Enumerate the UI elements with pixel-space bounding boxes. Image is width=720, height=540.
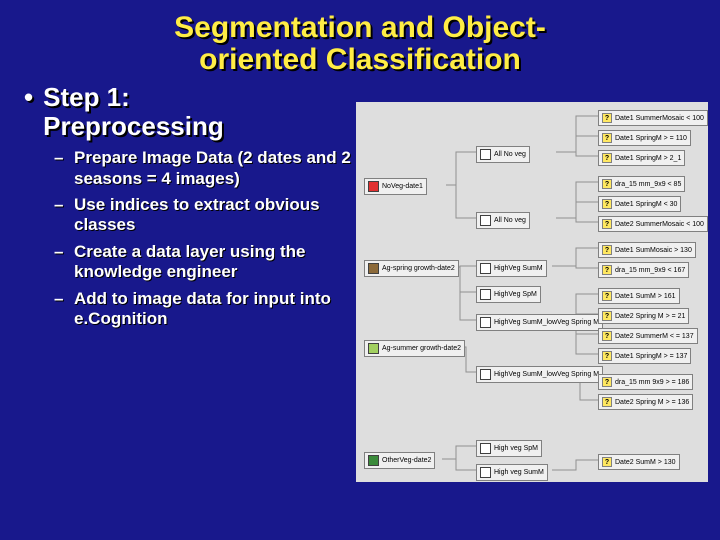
mid-swatch — [480, 289, 491, 300]
class-label: Ag-spring growth-date2 — [382, 265, 455, 272]
mid-label: High veg SpM — [494, 445, 538, 452]
left-col: • Step 1: Preprocessing Prepare Image Da… — [24, 83, 354, 335]
mid-node: HighVeg SumM_lowVeg Spring M — [476, 314, 603, 331]
leaf-label: Date2 SummerMosaic < 100 — [615, 221, 704, 228]
leaf-node: Date2 SummerM < = 137 — [598, 328, 698, 344]
sub-item: Create a data layer using the knowledge … — [54, 242, 354, 283]
mid-swatch — [480, 215, 491, 226]
mid-node: High veg SpM — [476, 440, 542, 457]
title: Segmentation and Object- oriented Classi… — [0, 0, 720, 75]
leaf-label: Date1 SpringM > 2_1 — [615, 155, 681, 162]
class-label: OtherVeg-date2 — [382, 457, 431, 464]
leaf-label: Date1 SumM > 161 — [615, 293, 676, 300]
leaf-node: Date2 SumM > 130 — [598, 454, 680, 470]
mid-node: HighVeg SpM — [476, 286, 541, 303]
leaf-label: dra_15 mm_9x9 < 85 — [615, 181, 681, 188]
leaf-label: Date1 SpringM > = 110 — [615, 135, 687, 142]
class-swatch — [368, 181, 379, 192]
step-l2: Preprocessing — [43, 111, 224, 141]
leaf-node: Date2 Spring M > = 21 — [598, 308, 689, 324]
mid-label: HighVeg SumM_lowVeg Spring M — [494, 371, 599, 378]
class-node: NoVeg-date1 — [364, 178, 427, 195]
class-label: Ag-summer growth-date2 — [382, 345, 461, 352]
leaf-label: dra_15 mm_9x9 < 167 — [615, 267, 685, 274]
leaf-label: Date1 SpringM < 30 — [615, 201, 677, 208]
sub-item: Use indices to extract obvious classes — [54, 195, 354, 236]
leaf-node: Date1 SummerMosaic < 100 — [598, 110, 708, 126]
mid-node: HighVeg SumM — [476, 260, 547, 277]
sub-item: Prepare Image Data (2 dates and 2 season… — [54, 148, 354, 189]
sub-list: Prepare Image Data (2 dates and 2 season… — [54, 148, 354, 329]
mid-swatch — [480, 443, 491, 454]
step-heading: Step 1: Preprocessing — [43, 83, 224, 140]
mid-label: HighVeg SumM_lowVeg Spring M — [494, 319, 599, 326]
leaf-node: Date2 Spring M > = 136 — [598, 394, 693, 410]
title-l1: Segmentation and Object- — [174, 11, 546, 44]
class-label: NoVeg-date1 — [382, 183, 423, 190]
leaf-node: Date2 SummerMosaic < 100 — [598, 216, 708, 232]
mid-label: HighVeg SumM — [494, 265, 543, 272]
mid-swatch — [480, 263, 491, 274]
title-l2: oriented Classification — [199, 43, 521, 76]
leaf-node: dra_15 mm_9x9 < 167 — [598, 262, 689, 278]
knowledge-engineer-diagram: NoVeg-date1 Ag-spring growth-date2 Ag-summ… — [356, 102, 708, 482]
leaf-node: Date1 SpringM > = 110 — [598, 130, 691, 146]
leaf-label: Date2 Spring M > = 21 — [615, 313, 685, 320]
leaf-label: Date1 SpringM > = 137 — [615, 353, 687, 360]
mid-swatch — [480, 467, 491, 478]
mid-swatch — [480, 369, 491, 380]
mid-swatch — [480, 317, 491, 328]
sub-item: Add to image data for input into e.Cogni… — [54, 289, 354, 330]
class-node: Ag-spring growth-date2 — [364, 260, 459, 277]
class-node: OtherVeg-date2 — [364, 452, 435, 469]
leaf-label: Date1 SumMosaic > 130 — [615, 247, 692, 254]
mid-node: High veg SumM — [476, 464, 548, 481]
class-node: Ag-summer growth-date2 — [364, 340, 465, 357]
leaf-node: Date1 SpringM > 2_1 — [598, 150, 685, 166]
leaf-node: Date1 SumMosaic > 130 — [598, 242, 696, 258]
mid-swatch — [480, 149, 491, 160]
mid-node: All No veg — [476, 212, 530, 229]
leaf-node: Date1 SumM > 161 — [598, 288, 680, 304]
mid-label: All No veg — [494, 151, 526, 158]
class-swatch — [368, 263, 379, 274]
leaf-label: Date2 SumM > 130 — [615, 459, 676, 466]
mid-label: High veg SumM — [494, 469, 544, 476]
leaf-node: dra_15 mm_9x9 < 85 — [598, 176, 685, 192]
slide: Segmentation and Object- oriented Classi… — [0, 0, 720, 540]
class-swatch — [368, 455, 379, 466]
leaf-label: Date1 SummerMosaic < 100 — [615, 115, 704, 122]
class-swatch — [368, 343, 379, 354]
leaf-label: Date2 Spring M > = 136 — [615, 399, 689, 406]
mid-node: HighVeg SumM_lowVeg Spring M — [476, 366, 603, 383]
mid-node: All No veg — [476, 146, 530, 163]
step-l1: Step 1: — [43, 82, 130, 112]
bullet-disc: • — [24, 83, 33, 112]
leaf-node: Date1 SpringM < 30 — [598, 196, 681, 212]
leaf-label: dra_15 mm 9x9 > = 186 — [615, 379, 689, 386]
mid-label: All No veg — [494, 217, 526, 224]
leaf-node: dra_15 mm 9x9 > = 186 — [598, 374, 693, 390]
mid-label: HighVeg SpM — [494, 291, 537, 298]
step-row: • Step 1: Preprocessing — [24, 83, 354, 140]
leaf-node: Date1 SpringM > = 137 — [598, 348, 691, 364]
leaf-label: Date2 SummerM < = 137 — [615, 333, 694, 340]
